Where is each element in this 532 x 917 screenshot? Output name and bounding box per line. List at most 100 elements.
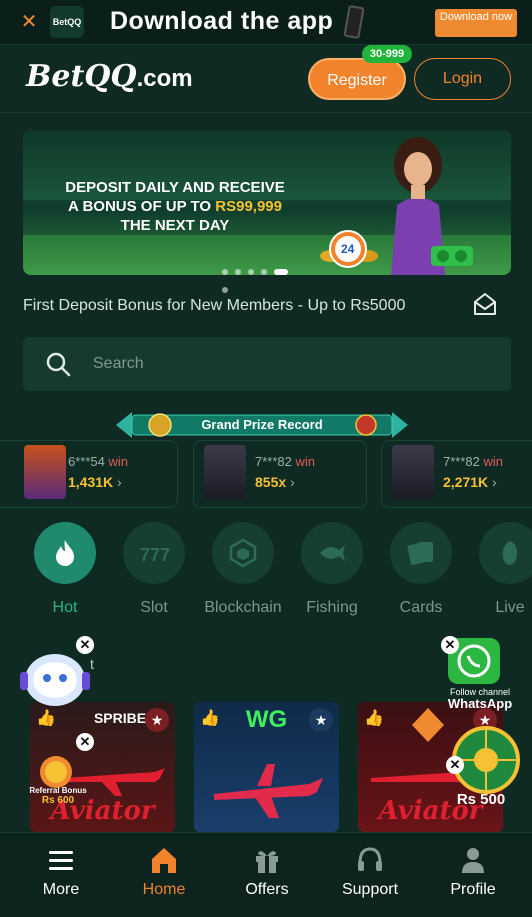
grand-prize-header: Grand Prize Record	[116, 410, 408, 440]
category-label: Slot	[140, 599, 168, 616]
promo-line2: A BONUS OF UP TO RS99,999	[35, 197, 315, 216]
hot-badge-icon: 👍	[200, 710, 220, 727]
gift-icon	[256, 851, 278, 873]
promo-line1: DEPOSIT DAILY AND RECEIVE	[65, 179, 285, 196]
favorite-star-icon[interactable]: ★	[145, 708, 169, 732]
nav-offers[interactable]: Offers	[222, 845, 312, 899]
site-logo[interactable]: BetQQ.com	[26, 59, 193, 94]
close-referral-icon[interactable]: ✕	[76, 733, 94, 751]
category-fishing[interactable]: Fishing	[292, 522, 372, 622]
promo-text: DEPOSIT DAILY AND RECEIVE A BONUS OF UP …	[35, 178, 315, 235]
winner-username: 7***82	[443, 454, 480, 469]
announcement-marquee[interactable]: First Deposit Bonus for New Members - Up…	[23, 297, 405, 315]
register-button[interactable]: Register	[308, 58, 406, 100]
chatbot-mascot-icon[interactable]	[18, 644, 92, 710]
winner-amount: 2,271K ›	[443, 474, 497, 490]
winner-card[interactable]: 7***82 win 2,271K ›	[381, 440, 532, 508]
win-amount-value: 855x	[255, 474, 287, 490]
carousel-dot[interactable]	[248, 268, 254, 275]
category-circle	[212, 522, 274, 584]
chevron-right-icon: ›	[290, 474, 295, 490]
category-label: Blockchain	[204, 599, 282, 616]
nav-label: Offers	[245, 881, 289, 898]
category-circle	[34, 522, 96, 584]
referral-caption: Referral Bonus	[29, 786, 87, 795]
nav-label: Support	[341, 881, 399, 898]
search-input[interactable]	[93, 349, 493, 379]
category-blockchain[interactable]: Blockchain	[203, 522, 283, 622]
home-icon	[152, 848, 176, 873]
winner-card[interactable]: 6***54 win 1,431K ›	[0, 440, 178, 508]
game-thumbnail	[24, 445, 66, 499]
referral-amount: Rs 600	[41, 795, 75, 806]
category-label: Hot	[52, 599, 78, 616]
plane-illustration	[214, 764, 323, 818]
category-label: Fishing	[306, 599, 358, 616]
game-thumbnail	[204, 445, 246, 499]
profile-icon	[462, 848, 484, 873]
promo-line2-prefix: A BONUS OF UP TO	[68, 198, 212, 215]
nav-more[interactable]: More	[16, 845, 106, 899]
win-label: win	[483, 454, 504, 469]
cards-icon	[407, 542, 433, 565]
promo-line3: THE NEXT DAY	[120, 217, 230, 234]
win-amount-value: 2,271K	[443, 474, 489, 490]
carousel-dot[interactable]	[222, 286, 228, 293]
carousel-dot[interactable]	[235, 268, 241, 275]
mail-icon[interactable]	[472, 291, 498, 317]
close-mascot-icon[interactable]: ✕	[76, 636, 94, 654]
download-now-button[interactable]: Download now	[435, 9, 517, 37]
nav-profile[interactable]: Profile	[428, 845, 518, 899]
winner-card[interactable]: 7***82 win 855x ›	[193, 440, 367, 508]
hot-badge-icon: 👍	[36, 710, 56, 727]
close-icon[interactable]: ✕	[18, 11, 40, 33]
winner-amount: 855x ›	[255, 474, 295, 490]
category-live[interactable]: Live	[470, 522, 532, 622]
fish-icon	[320, 545, 345, 561]
app-download-banner: ✕ BetQQ Download the app Download now	[0, 0, 532, 45]
winner-username: 7***82	[255, 454, 292, 469]
win-amount-value: 1,431K	[68, 474, 114, 490]
category-circle	[301, 522, 363, 584]
close-whatsapp-icon[interactable]: ✕	[441, 636, 459, 654]
menu-icon	[49, 851, 73, 870]
carousel-dot[interactable]	[261, 268, 267, 275]
category-label: Live	[495, 599, 525, 616]
bottom-navigation: More Home Offers Support Profile	[0, 832, 532, 917]
slot-777-icon: 777	[140, 545, 169, 565]
nav-home[interactable]: Home	[119, 845, 209, 899]
promo-amount: RS99,999	[215, 198, 282, 215]
category-hot[interactable]: Hot	[25, 522, 105, 622]
search-bar	[23, 337, 511, 391]
carousel-dot-active[interactable]	[274, 268, 288, 275]
register-bonus-badge: 30-999	[362, 45, 412, 63]
login-button[interactable]: Login	[414, 58, 511, 100]
live-dealer-icon	[502, 541, 517, 565]
category-circle	[390, 522, 452, 584]
flame-icon	[56, 540, 74, 566]
headset-icon	[358, 847, 382, 871]
close-wheel-icon[interactable]: ✕	[446, 756, 464, 774]
promo-banner[interactable]: DEPOSIT DAILY AND RECEIVE A BONUS OF UP …	[23, 130, 511, 275]
svg-text:777: 777	[140, 545, 169, 565]
wheel-amount: Rs 500	[456, 791, 506, 808]
nav-support[interactable]: Support	[325, 845, 415, 899]
winner-amount: 1,431K ›	[68, 474, 122, 490]
logo-text: BetQQ	[26, 59, 137, 94]
favorite-star-icon[interactable]: ★	[309, 708, 333, 732]
category-slot[interactable]: 777 Slot	[114, 522, 194, 622]
app-logo-icon: BetQQ	[50, 6, 84, 38]
winner-username: 6***54	[68, 454, 105, 469]
category-cards[interactable]: Cards	[381, 522, 461, 622]
category-label: Cards	[399, 599, 443, 616]
logo-suffix: .com	[136, 65, 193, 92]
blockchain-cube-icon	[229, 538, 257, 568]
grand-prize-title: Grand Prize Record	[201, 417, 323, 432]
carousel-indicator	[222, 263, 302, 293]
clock-badge-number: 24	[341, 242, 355, 256]
win-label: win	[295, 454, 316, 469]
chevron-right-icon: ›	[117, 474, 122, 490]
search-icon[interactable]	[45, 351, 71, 377]
category-circle: 777	[123, 522, 185, 584]
carousel-dot[interactable]	[222, 268, 228, 275]
